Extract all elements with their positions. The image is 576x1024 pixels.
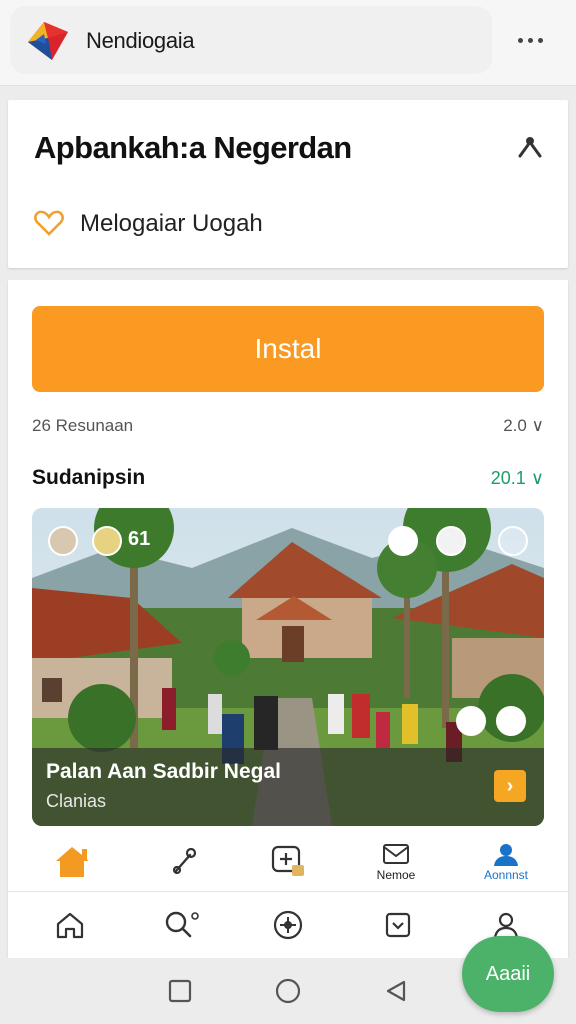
back-button[interactable] xyxy=(379,974,413,1008)
app-logo xyxy=(28,22,68,60)
square-icon xyxy=(168,979,192,1003)
main-card: Instal 26 Resunaan 2.0 ∨ Sudanipsin 20.1… xyxy=(8,280,568,958)
home-icon xyxy=(56,847,88,877)
version-dropdown[interactable]: 2.0 ∨ xyxy=(503,416,544,436)
section-title: Sudanipsin xyxy=(32,466,146,489)
person-icon xyxy=(494,844,518,866)
tab-home[interactable] xyxy=(16,832,128,892)
tab-tools[interactable] xyxy=(128,832,240,892)
tab-label: Nemoe xyxy=(376,868,416,882)
photo-subtitle: Clanias xyxy=(46,791,107,811)
photo-title: Palan Aan Sadbir Negal xyxy=(46,760,281,783)
coin-icon[interactable] xyxy=(92,526,122,556)
install-button[interactable]: Instal xyxy=(32,306,544,392)
recents-button[interactable] xyxy=(163,974,197,1008)
avatar[interactable] xyxy=(48,526,78,556)
tab-account[interactable]: Aonnnst xyxy=(450,832,562,892)
nav-home[interactable] xyxy=(14,892,126,958)
gear-icon[interactable] xyxy=(496,706,526,736)
tools-icon xyxy=(172,847,197,875)
reviews-count: 26 Resunaan xyxy=(32,416,134,435)
share-icon[interactable] xyxy=(516,132,544,160)
nav-inbox[interactable] xyxy=(342,892,454,958)
chevron-down-icon: ∨ xyxy=(526,416,544,435)
triangle-back-icon xyxy=(386,980,406,1002)
settings-icon[interactable] xyxy=(436,526,466,556)
chevron-down-icon: ∨ xyxy=(525,468,544,488)
tab-row: Nemoe Aonnnst xyxy=(8,832,568,892)
section-link[interactable]: 20.1 ∨ xyxy=(491,468,544,489)
app-name: Nendiogaia xyxy=(86,28,195,53)
village-photo[interactable]: 61 Palan Aan Sadbir Negal Clanias › xyxy=(32,508,544,826)
chevron-right-icon[interactable]: › xyxy=(494,770,526,802)
nav-search[interactable] xyxy=(126,892,238,958)
tab-mail[interactable]: Nemoe xyxy=(340,832,452,892)
more-options-icon[interactable] xyxy=(510,24,550,56)
heart-icon[interactable] xyxy=(34,210,64,236)
version-value: 2.0 xyxy=(503,416,527,435)
nav-explore[interactable] xyxy=(232,892,344,958)
clock-icon[interactable] xyxy=(498,526,528,556)
home-outline-icon xyxy=(56,912,84,939)
section-value: 20.1 xyxy=(490,468,526,488)
edit-icon[interactable] xyxy=(456,706,486,736)
compass-icon xyxy=(273,910,303,940)
subtitle: Melogaiar Uogah xyxy=(80,210,263,237)
moon-icon[interactable] xyxy=(388,526,418,556)
tab-add[interactable] xyxy=(232,832,344,892)
app-header-card: Apbankah:a Negerdan Melogaiar Uogah xyxy=(8,100,568,268)
search-icon xyxy=(165,911,199,938)
tab-label: Aonnnst xyxy=(483,868,529,882)
photo-count: 61 xyxy=(128,528,151,550)
floating-action-button[interactable]: Aaaii xyxy=(462,936,554,1012)
app-title-bar xyxy=(10,6,492,74)
inbox-icon xyxy=(385,912,411,938)
circle-icon xyxy=(275,978,301,1004)
home-button[interactable] xyxy=(271,974,305,1008)
mail-icon xyxy=(383,844,409,864)
top-app-bar: Nendiogaia xyxy=(0,0,576,86)
page-title: Apbankah:a Negerdan xyxy=(34,130,352,165)
add-box-icon xyxy=(271,845,304,876)
